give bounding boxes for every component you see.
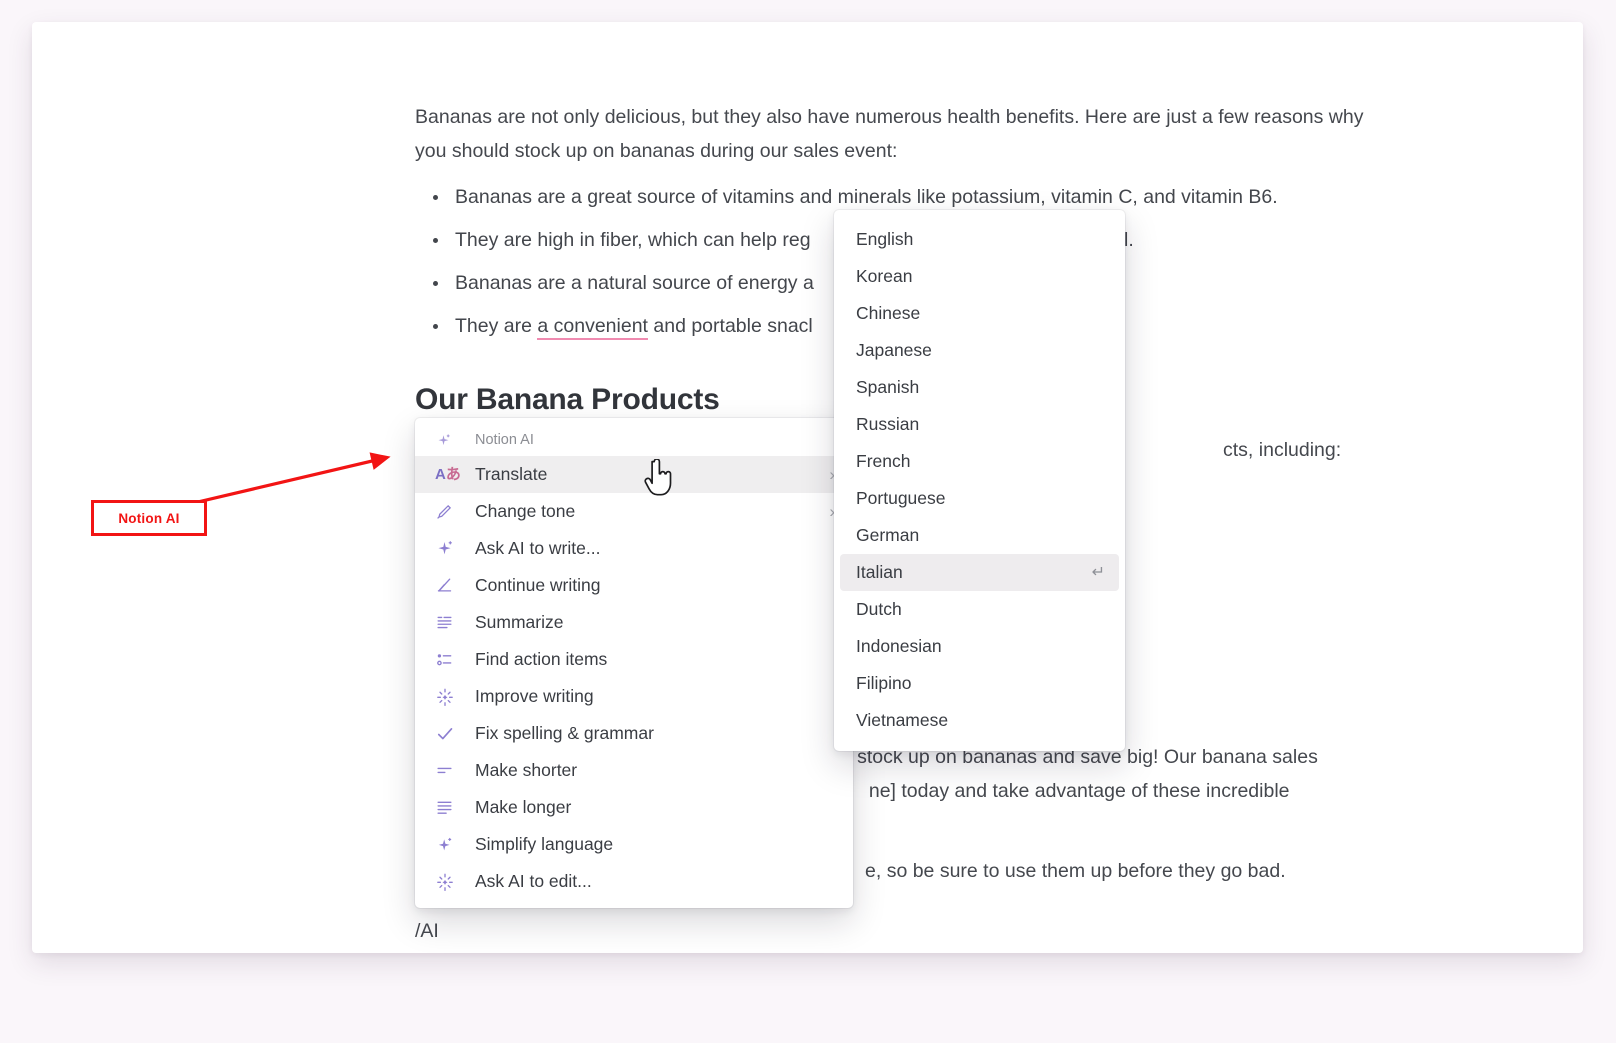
ai-menu-item-label: Ask AI to edit...: [475, 871, 592, 891]
annotation-callout-box: Notion AI: [91, 500, 207, 536]
language-option-french[interactable]: French: [840, 443, 1119, 480]
language-option-portuguese[interactable]: Portuguese: [840, 480, 1119, 517]
ai-menu-item-make-longer[interactable]: Make longer: [415, 789, 853, 826]
language-option-spanish[interactable]: Spanish: [840, 369, 1119, 406]
cta-line-2-right: ne] today and take advantage of these in…: [868, 780, 1290, 802]
ai-menu-item-improve-writing[interactable]: Improve writing: [415, 678, 853, 715]
sparkle-small-icon: [435, 834, 459, 856]
notion-ai-menu[interactable]: Notion AI Aあ Translate › Change tone › A…: [415, 418, 853, 908]
language-option-italian[interactable]: Italian ↵: [840, 554, 1119, 591]
sparkle-icon: [435, 538, 459, 560]
ai-menu-item-label: Ask AI to write...: [475, 538, 601, 558]
list-item-text: They are high in fiber, which can help r…: [455, 229, 811, 251]
language-label: Italian: [856, 562, 903, 582]
list-item-text: They are: [455, 315, 538, 337]
list-item: Bananas are a great source of vitamins a…: [415, 180, 1375, 214]
language-option-russian[interactable]: Russian: [840, 406, 1119, 443]
ai-menu-item-label: Simplify language: [475, 834, 614, 854]
translate-language-submenu[interactable]: English Korean Chinese Japanese Spanish …: [834, 210, 1125, 751]
sparkle-burst-icon: [435, 686, 459, 708]
pencil-line-icon: [435, 575, 459, 597]
language-label: Vietnamese: [856, 710, 949, 730]
ai-menu-item-label: Fix spelling & grammar: [475, 723, 654, 743]
ai-menu-item-label: Make longer: [475, 797, 572, 817]
language-label: German: [856, 525, 920, 545]
translate-icon: Aあ: [435, 464, 461, 486]
note-line-right: e, so be sure to use them up before they…: [865, 860, 1286, 882]
language-option-japanese[interactable]: Japanese: [840, 332, 1119, 369]
list-item-text: Bananas are a great source of vitamins a…: [455, 186, 1278, 208]
language-option-english[interactable]: English: [840, 221, 1119, 258]
ai-menu-item-make-shorter[interactable]: Make shorter: [415, 752, 853, 789]
annotation-arrow-icon: [183, 452, 391, 507]
language-label: Dutch: [856, 599, 902, 619]
ai-menu-item-label: Continue writing: [475, 575, 601, 595]
enter-key-icon: ↵: [1091, 563, 1105, 581]
language-label: Portuguese: [856, 488, 946, 508]
ai-menu-item-ask-ai-to-edit[interactable]: Ask AI to edit...: [415, 863, 853, 900]
language-option-chinese[interactable]: Chinese: [840, 295, 1119, 332]
language-option-korean[interactable]: Korean: [840, 258, 1119, 295]
list-item-text: Bananas are a natural source of energy a: [455, 272, 814, 294]
ai-menu-header: Notion AI: [415, 424, 853, 456]
language-option-filipino[interactable]: Filipino: [840, 665, 1119, 702]
make-longer-icon: [435, 797, 459, 819]
summarize-icon: [435, 612, 459, 634]
language-label: Korean: [856, 266, 913, 286]
ai-menu-item-label: Make shorter: [475, 760, 578, 780]
language-option-dutch[interactable]: Dutch: [840, 591, 1119, 628]
language-label: Filipino: [856, 673, 912, 693]
language-label: French: [856, 451, 911, 471]
make-shorter-icon: [435, 760, 459, 782]
language-option-vietnamese[interactable]: Vietnamese: [840, 702, 1119, 739]
sparkle-burst-icon: [435, 871, 459, 893]
annotation-label: Notion AI: [118, 510, 180, 526]
ai-menu-item-label: Summarize: [475, 612, 564, 632]
mouse-cursor-pointer-icon: [644, 458, 674, 502]
ai-menu-item-label: Improve writing: [475, 686, 594, 706]
ai-menu-item-find-action-items[interactable]: Find action items: [415, 641, 853, 678]
ai-menu-item-continue-writing[interactable]: Continue writing: [415, 567, 853, 604]
language-label: English: [856, 229, 914, 249]
translate-icon-japanese: あ: [445, 466, 461, 483]
language-option-indonesian[interactable]: Indonesian: [840, 628, 1119, 665]
language-label: Russian: [856, 414, 920, 434]
language-label: Chinese: [856, 303, 921, 323]
ai-menu-item-label: Change tone: [475, 501, 576, 521]
highlighted-phrase: a convenient: [537, 315, 648, 340]
ai-menu-item-simplify-language[interactable]: Simplify language: [415, 826, 853, 863]
checklist-icon: [435, 649, 459, 671]
ai-menu-item-change-tone[interactable]: Change tone ›: [415, 493, 853, 530]
ai-menu-item-summarize[interactable]: Summarize: [415, 604, 853, 641]
ai-menu-item-translate[interactable]: Aあ Translate ›: [415, 456, 853, 493]
translate-icon-latin: A: [435, 466, 446, 483]
pen-icon: [435, 501, 459, 523]
products-intro-right: cts, including:: [1223, 439, 1342, 461]
language-label: Indonesian: [856, 636, 942, 656]
language-label: Japanese: [856, 340, 932, 360]
ai-menu-header-label: Notion AI: [475, 432, 534, 448]
check-icon: [435, 723, 459, 745]
sparkle-icon: [435, 429, 459, 451]
list-item-text-tail: and portable snacl: [647, 315, 813, 337]
slash-command-text: /AI: [415, 920, 439, 942]
language-option-german[interactable]: German: [840, 517, 1119, 554]
ai-menu-item-ask-ai-to-write[interactable]: Ask AI to write...: [415, 530, 853, 567]
ai-menu-item-label: Find action items: [475, 649, 608, 669]
ai-menu-item-fix-spelling-grammar[interactable]: Fix spelling & grammar: [415, 715, 853, 752]
intro-paragraph: Bananas are not only delicious, but they…: [415, 106, 1364, 162]
language-label: Spanish: [856, 377, 920, 397]
